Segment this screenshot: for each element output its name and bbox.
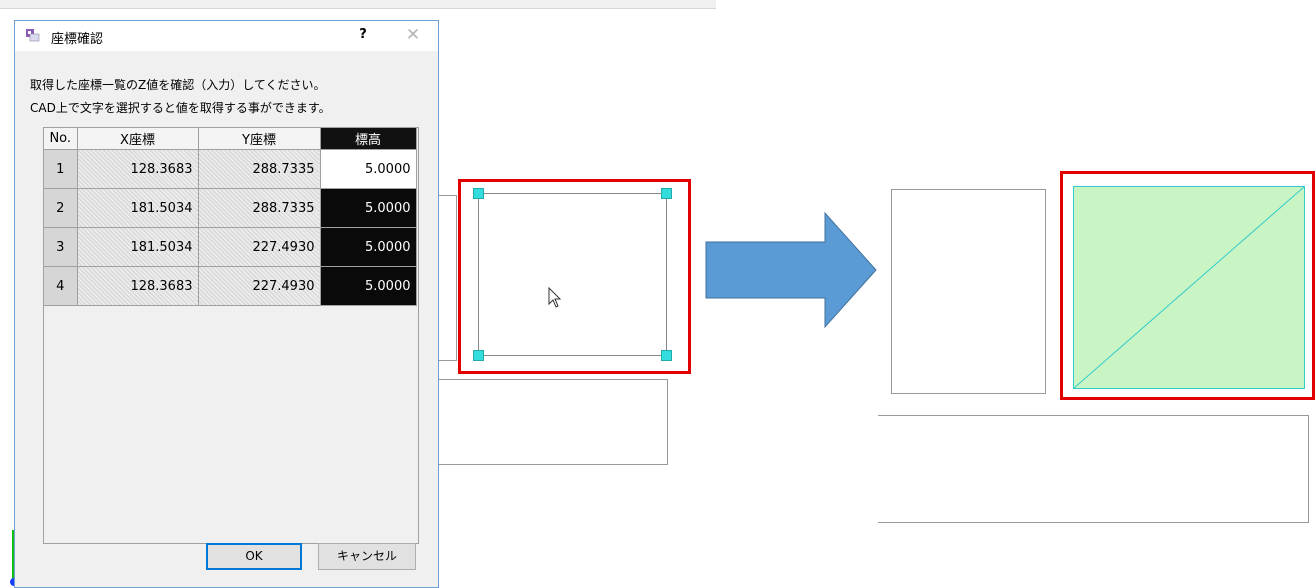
- cancel-button[interactable]: キャンセル: [318, 543, 416, 570]
- help-icon[interactable]: ?: [353, 27, 373, 42]
- elevation-input[interactable]: 5.0000: [320, 149, 417, 189]
- instruction-text-1: 取得した座標一覧のZ値を確認（入力）してください。: [30, 78, 326, 92]
- x-value: 181.5034: [77, 188, 199, 228]
- elevation-input[interactable]: 5.0000: [320, 188, 417, 228]
- header-x: X座標: [77, 128, 199, 150]
- filled-cad-rectangle: [1073, 186, 1305, 389]
- x-value: 128.3683: [77, 149, 199, 189]
- cad-rect-bottom-left: [437, 379, 668, 465]
- row-number: 1: [44, 149, 78, 189]
- y-value: 288.7335: [198, 149, 321, 189]
- instruction-text-2: CAD上で文字を選択すると値を取得する事ができます。: [30, 101, 331, 115]
- grip-handle-bottom-left[interactable]: [473, 350, 484, 361]
- y-value: 227.4930: [198, 266, 321, 306]
- y-value: 288.7335: [198, 188, 321, 228]
- cad-rect-right-small: [891, 189, 1046, 394]
- coordinate-table: No. X座標 Y座標 標高 1 128.3683 288.7335 5.000…: [43, 127, 419, 544]
- dialog-titlebar: 座標確認 ? ✕: [15, 21, 438, 51]
- row-number: 4: [44, 266, 78, 306]
- row-number: 2: [44, 188, 78, 228]
- x-value: 181.5034: [77, 227, 199, 267]
- dialog-title: 座標確認: [51, 32, 104, 47]
- app-icon: [26, 29, 40, 42]
- row-number: 3: [44, 227, 78, 267]
- y-value: 227.4930: [198, 227, 321, 267]
- coordinate-check-dialog: 座標確認 ? ✕ 取得した座標一覧のZ値を確認（入力）してください。 CAD上で…: [14, 20, 439, 588]
- table-row: 3 181.5034 227.4930 5.0000: [44, 227, 417, 267]
- cad-rect-bottom-right: [878, 415, 1309, 523]
- close-icon[interactable]: ✕: [403, 25, 423, 45]
- top-toolbar-strip: [0, 0, 716, 9]
- table-row: 2 181.5034 288.7335 5.0000: [44, 188, 417, 228]
- table-row: 1 128.3683 288.7335 5.0000: [44, 149, 417, 189]
- right-arrow-icon: [705, 211, 877, 329]
- cad-rect-left-small: [437, 195, 457, 361]
- table-header-row: No. X座標 Y座標 標高: [44, 128, 417, 150]
- elevation-input[interactable]: 5.0000: [320, 266, 417, 306]
- header-no: No.: [44, 128, 78, 150]
- table-row: 4 128.3683 227.4930 5.0000: [44, 266, 417, 306]
- selected-cad-rectangle[interactable]: [478, 193, 667, 356]
- header-y: Y座標: [198, 128, 321, 150]
- x-value: 128.3683: [77, 266, 199, 306]
- grip-handle-top-right[interactable]: [661, 188, 672, 199]
- elevation-input[interactable]: 5.0000: [320, 227, 417, 267]
- mouse-cursor-icon: [548, 287, 562, 308]
- header-elevation: 標高: [320, 128, 417, 150]
- ok-button[interactable]: OK: [206, 543, 302, 570]
- grip-handle-top-left[interactable]: [473, 188, 484, 199]
- coordinate-grid: No. X座標 Y座標 標高 1 128.3683 288.7335 5.000…: [44, 128, 417, 306]
- grip-handle-bottom-right[interactable]: [661, 350, 672, 361]
